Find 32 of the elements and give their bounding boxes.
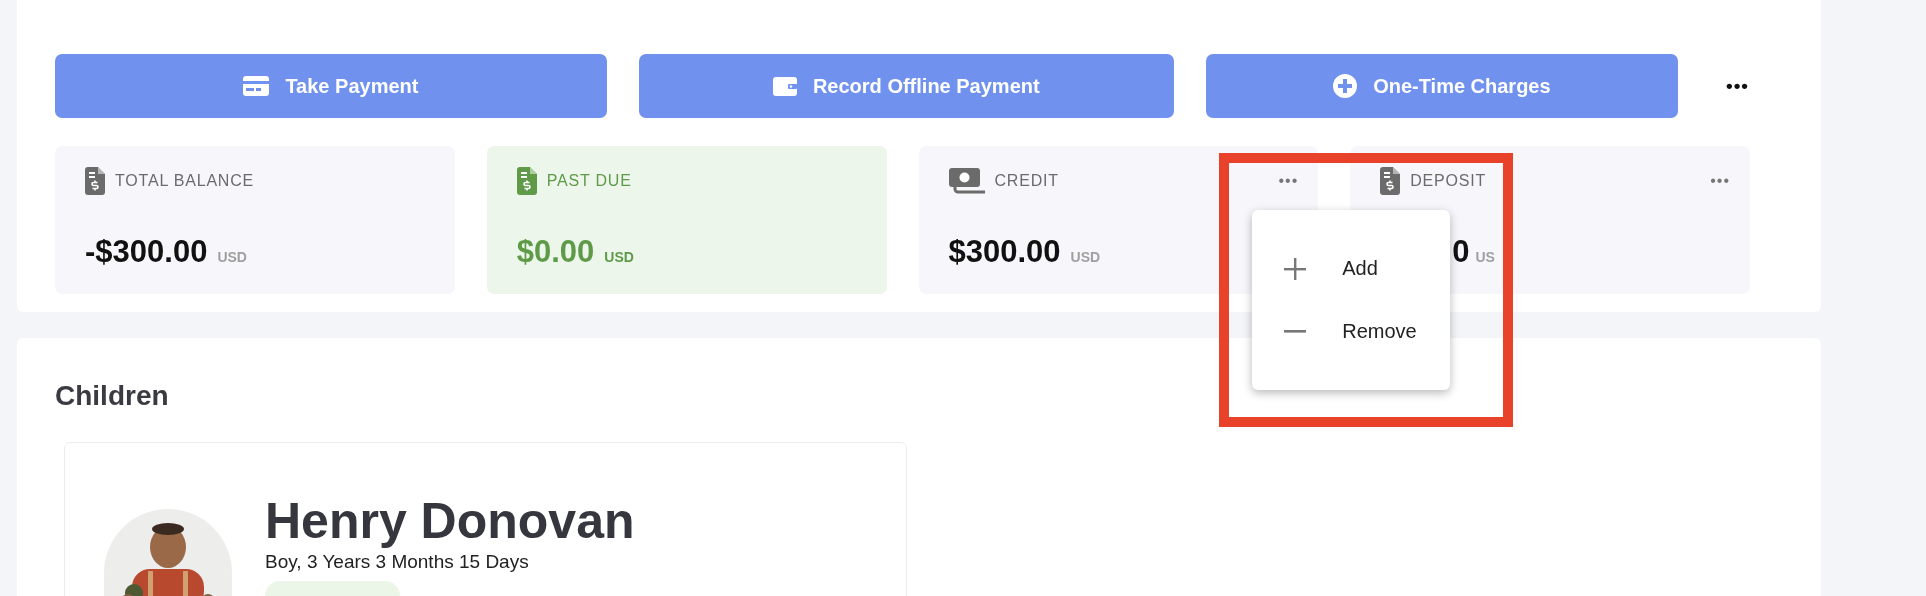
credit-card-icon — [243, 76, 270, 96]
document-dollar-icon — [1380, 167, 1401, 195]
action-button[interactable]: One-Time Charges — [1205, 54, 1679, 118]
currency-code: USD — [604, 249, 634, 265]
balance-label: TOTAL BALANCE — [115, 172, 255, 190]
action-button[interactable]: Take Payment — [55, 54, 607, 118]
balance-label: CREDIT — [994, 172, 1059, 190]
balance-amount: 0 — [1452, 234, 1470, 270]
currency-code: US — [1475, 249, 1495, 265]
balance-amount: -$300.00 — [85, 234, 208, 270]
action-button[interactable]: Record Offline Payment — [638, 54, 1174, 118]
currency-code: USD — [1070, 249, 1101, 265]
menu-item[interactable]: Remove — [1252, 319, 1451, 344]
balance-amount: $0.00 — [516, 234, 595, 270]
plus-icon — [1284, 257, 1307, 280]
more-button[interactable]: ••• — [1708, 170, 1732, 192]
balance-amount: $300.00 — [948, 234, 1061, 270]
minus-icon — [1284, 329, 1307, 334]
child-name: Henry Donovan — [265, 493, 635, 549]
menu-item[interactable]: Add — [1252, 256, 1451, 281]
document-dollar-icon — [516, 167, 537, 195]
cash-icon — [948, 168, 985, 194]
balance-label: PAST DUE — [546, 172, 632, 190]
more-button[interactable]: ••• — [1726, 75, 1749, 97]
document-dollar-icon — [85, 167, 105, 195]
currency-code: USD — [217, 249, 247, 265]
wallet-icon — [772, 76, 797, 96]
more-button[interactable]: ••• — [1276, 170, 1301, 192]
child-details: Boy, 3 Years 3 Months 15 Days — [265, 551, 530, 573]
balance-label: DEPOSIT — [1410, 172, 1487, 190]
section-title: Children — [55, 380, 170, 412]
add-icon — [1333, 74, 1358, 98]
